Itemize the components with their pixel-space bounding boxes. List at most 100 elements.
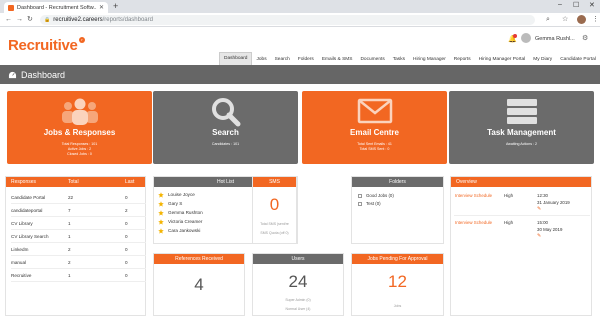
column-header: Total — [68, 179, 79, 185]
sms-panel[interactable]: SMS 0 Total SMS (sent/re SMS Quota (off … — [252, 176, 297, 244]
table-cell: 2 — [125, 208, 128, 213]
tile-jobs-responses[interactable]: Jobs & Responses Total Responses : 101 A… — [7, 91, 152, 164]
main-nav: Dashboard Jobs Search Folders Emails & SMS Do… — [219, 52, 600, 65]
overview-priority: High — [504, 193, 514, 198]
user-name[interactable]: Gemma Rushl... — [535, 36, 575, 42]
table-row: CV Library Search 1 0 — [11, 231, 146, 243]
table-cell: Candidate Portal — [11, 195, 46, 200]
nav-item[interactable]: Hiring Manager Portal — [475, 55, 530, 65]
new-tab-icon[interactable]: + — [113, 2, 118, 11]
jobs-pending-panel[interactable]: Jobs Pending For Approval 12 Jobs — [351, 253, 444, 316]
users-title: Users — [253, 254, 343, 264]
overview-priority: High — [504, 220, 514, 225]
table-cell: 0 — [125, 260, 128, 265]
browser-tab[interactable]: Dashboard - Recruitment Softw... ✕ — [4, 2, 108, 13]
gear-icon[interactable]: ⚙ — [582, 34, 588, 42]
table-cell: candidateportal — [11, 208, 43, 213]
edit-icon[interactable]: ✎ — [537, 206, 541, 212]
notification-badge — [513, 34, 517, 38]
folder-item[interactable]: Good Jobs (0) — [352, 192, 443, 200]
nav-item[interactable]: Candidate Portal — [556, 55, 600, 65]
people-icon — [61, 98, 98, 125]
table-cell: 0 — [125, 221, 128, 226]
favicon-icon — [8, 4, 14, 11]
url-field[interactable]: 🔒 recruitive2.careers /reports/dashboard — [40, 15, 535, 25]
users-panel[interactable]: Users 24 Super Admin (0) Normal User (4) — [252, 253, 344, 316]
tile-title: Email Centre — [350, 128, 399, 137]
table-cell: 7 — [68, 208, 71, 213]
overview-panel: Overview Interview Schedule High 12:30 3… — [450, 176, 592, 316]
overview-item-link[interactable]: Interview Schedule — [455, 220, 492, 225]
bookmark-star-icon[interactable]: ☆ — [562, 16, 568, 24]
tile-title: Task Management — [487, 128, 556, 137]
table-cell: 2 — [68, 247, 71, 252]
zoom-icon[interactable]: ⌕ — [546, 16, 550, 24]
star-icon — [158, 200, 164, 207]
folder-item[interactable]: Test (0) — [352, 200, 443, 208]
table-row: candidateportal 7 2 — [11, 205, 146, 217]
search-icon — [211, 98, 240, 127]
sms-line: Total SMS (sent/re — [260, 222, 289, 226]
reload-icon[interactable]: ↻ — [27, 16, 33, 24]
address-bar: ← → ↻ 🔒 recruitive2.careers /reports/das… — [0, 13, 600, 27]
overview-date: 31 January 2019 — [537, 200, 570, 205]
tile-email-centre[interactable]: Email Centre Total Sent Emails : 41 Tota… — [302, 91, 447, 164]
table-cell: 0 — [125, 234, 128, 239]
back-icon[interactable]: ← — [5, 16, 12, 24]
forward-icon[interactable]: → — [16, 16, 23, 24]
overview-row: Interview Schedule High 12:30 31 January… — [454, 191, 590, 217]
tile-task-management[interactable]: Task Management Awaiting Actions : 2 — [449, 91, 594, 164]
server-icon — [506, 99, 537, 124]
table-row: Candidate Portal 22 0 — [11, 192, 146, 204]
star-icon — [158, 218, 164, 225]
folder-label: Good Jobs (0) — [366, 193, 394, 198]
maximize-icon[interactable]: ☐ — [573, 1, 579, 9]
nav-item[interactable]: Dashboard — [219, 52, 253, 65]
minimize-icon[interactable]: – — [558, 1, 562, 8]
edit-icon[interactable]: ✎ — [537, 233, 541, 239]
close-icon[interactable]: ✕ — [99, 4, 104, 11]
tile-stat: Closed Jobs : 0 — [67, 152, 92, 156]
nav-item[interactable]: Search — [271, 55, 294, 65]
tile-search[interactable]: Search Candidates : 101 — [153, 91, 298, 164]
table-cell: 22 — [68, 195, 74, 200]
person-name: Victoria Creamer — [168, 219, 203, 224]
nav-item[interactable]: Emails & SMS — [318, 55, 357, 65]
table-row: manual 2 0 — [11, 257, 146, 269]
references-title: References Received — [154, 254, 244, 264]
sms-count: 0 — [269, 195, 280, 214]
overview-time: 12:30 — [537, 193, 548, 198]
jobs-pending-title: Jobs Pending For Approval — [352, 254, 443, 264]
close-window-icon[interactable]: ✕ — [589, 1, 595, 9]
nav-item[interactable]: Folders — [294, 55, 318, 65]
checkbox-icon[interactable] — [358, 202, 362, 206]
overview-date: 30 May 2019 — [537, 227, 563, 232]
folders-panel: Folders Good Jobs (0) Test (0) — [351, 176, 444, 244]
logo[interactable]: Recruitive — [8, 37, 78, 54]
profile-avatar[interactable] — [577, 15, 586, 24]
sms-title: SMS — [253, 177, 296, 187]
users-line: Super Admin (0) — [285, 298, 311, 302]
nav-item[interactable]: Tasks — [389, 55, 409, 65]
nav-item[interactable]: Reports — [450, 55, 475, 65]
folder-label: Test (0) — [366, 201, 381, 206]
overview-time: 15:00 — [537, 220, 548, 225]
overview-item-link[interactable]: Interview Schedule — [455, 193, 492, 198]
tile-title: Search — [212, 128, 239, 137]
sms-line: SMS Quota (off 0) — [260, 231, 289, 235]
menu-icon[interactable]: ⋮ — [592, 16, 599, 24]
nav-item[interactable]: Hiring Manager — [409, 55, 450, 65]
avatar[interactable] — [521, 33, 531, 43]
column-header: Last — [125, 179, 135, 185]
references-count: 4 — [194, 275, 204, 294]
nav-item[interactable]: Jobs — [252, 55, 270, 65]
table-cell: 0 — [125, 273, 128, 278]
table-row: LinkedIn 2 0 — [11, 244, 146, 256]
references-panel[interactable]: References Received 4 — [153, 253, 245, 316]
nav-item[interactable]: My Diary — [529, 55, 556, 65]
nav-item[interactable]: Documents — [356, 55, 388, 65]
tile-stat: Candidates : 101 — [211, 142, 240, 146]
responses-source-header: Responses Total Last — [6, 177, 145, 187]
checkbox-icon[interactable] — [358, 194, 362, 198]
responses-source-panel: Responses Total Last Candidate Portal 22 0… — [5, 176, 146, 316]
